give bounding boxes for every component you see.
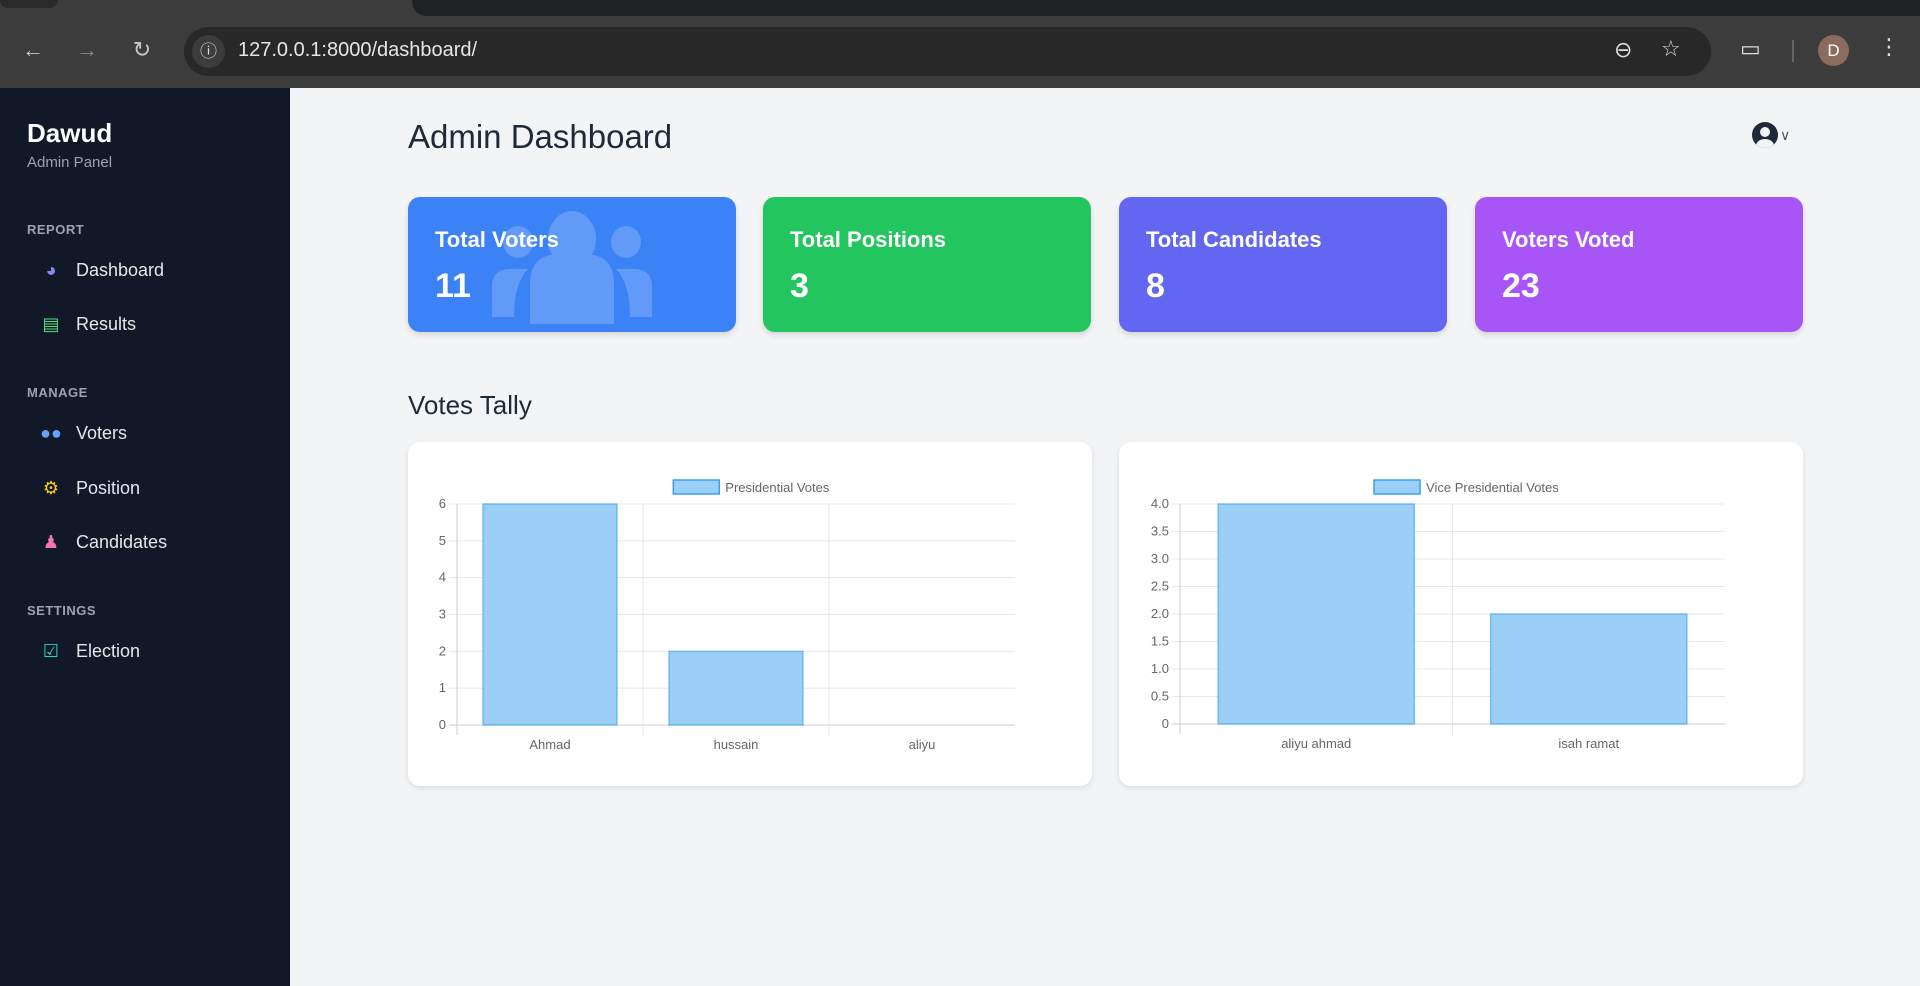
legend-swatch	[672, 479, 721, 495]
address-bar[interactable]: ⓘ 127.0.0.1:8000/dashboard/ ⊖ ☆	[184, 27, 1711, 76]
zoom-out-icon[interactable]: ⊖	[1614, 37, 1632, 63]
stat-label: Total Voters	[435, 227, 559, 252]
sidebar-item-results[interactable]: ▤ Results	[40, 309, 136, 339]
url-text[interactable]: 127.0.0.1:8000/dashboard/	[238, 39, 477, 62]
sidebar-item-position[interactable]: ⚙ Position	[40, 473, 140, 503]
profile-avatar[interactable]: D	[1818, 35, 1849, 66]
sidebar-item-voters[interactable]: ●● Voters	[40, 418, 127, 448]
x-tick-label: aliyu ahmad	[1281, 736, 1351, 751]
legend-swatch	[1373, 479, 1421, 495]
stat-value: 23	[1502, 267, 1540, 305]
section-title-votes-tally: Votes Tally	[408, 390, 532, 420]
sidebar-item-label: Election	[76, 640, 141, 661]
tab-strip	[0, 0, 1920, 17]
y-tick-label: 3.0	[1151, 551, 1169, 566]
legend-label: Presidential Votes	[725, 480, 830, 495]
x-tick-label: Ahmad	[529, 737, 570, 752]
back-icon[interactable]: ←	[19, 37, 47, 63]
brand-name: Dawud	[27, 118, 113, 148]
sidebar: Dawud Admin Panel REPORT ◕ Dashboard ▤ Res…	[0, 88, 290, 986]
chevron-down-icon: ∨	[1780, 126, 1791, 143]
sidebar-item-label: Position	[76, 477, 141, 498]
y-tick-label: 3.5	[1151, 524, 1169, 539]
y-tick-label: 0	[1162, 716, 1169, 731]
user-menu[interactable]: ∨	[1752, 122, 1790, 148]
y-tick-label: 2	[439, 643, 446, 658]
y-tick-label: 6	[439, 496, 446, 511]
chart-bar-icon: ▤	[42, 313, 60, 334]
y-tick-label: 4.0	[1151, 496, 1169, 511]
gears-icon: ⚙	[42, 477, 60, 498]
vote-box-icon: ☑	[42, 640, 60, 661]
y-tick-label: 1	[439, 680, 446, 695]
section-settings: SETTINGS	[27, 603, 97, 618]
sidebar-item-dashboard[interactable]: ◕ Dashboard	[40, 255, 165, 285]
brand-subtitle: Admin Panel	[27, 154, 113, 171]
section-manage: MANAGE	[27, 385, 88, 400]
stat-label: Voters Voted	[1502, 227, 1635, 252]
stat-label: Total Positions	[790, 227, 947, 252]
sidebar-item-label: Candidates	[76, 531, 168, 552]
sidebar-item-label: Voters	[76, 422, 128, 443]
chart-card-vice-presidential: Vice Presidential Votes 0 0.5 1.0 1.5 2.0 2.5 3…	[1119, 442, 1803, 786]
menu-icon[interactable]: ⋮	[1878, 34, 1900, 60]
user-circle-icon	[1752, 122, 1778, 148]
sidebar-item-election[interactable]: ☑ Election	[40, 636, 140, 666]
stat-card-total-candidates: Total Candidates 8	[1119, 197, 1447, 332]
legend-label: Vice Presidential Votes	[1426, 480, 1559, 495]
star-icon[interactable]: ☆	[1661, 36, 1681, 62]
users-icon: ●●	[40, 422, 62, 443]
bar	[482, 503, 618, 726]
chart-card-presidential: Presidential Votes 0 1 2 3 4 5 6 Ahmad hussain ali…	[408, 442, 1092, 786]
x-tick-label: hussain	[714, 737, 759, 752]
vice-presidential-votes-chart: Vice Presidential Votes 0 0.5 1.0 1.5 2.0 2.5 3…	[1151, 479, 1725, 751]
sidebar-item-label: Results	[76, 313, 137, 334]
user-tie-icon: ♟	[42, 531, 60, 552]
x-tick-label: aliyu	[909, 737, 936, 752]
extensions-icon[interactable]: ▭	[1740, 36, 1761, 62]
stat-value: 3	[790, 267, 809, 305]
stat-label: Total Candidates	[1146, 227, 1322, 252]
stat-card-total-positions: Total Positions 3	[763, 197, 1091, 332]
bar	[1489, 613, 1688, 725]
tab-bar	[412, 0, 1920, 16]
reload-icon[interactable]: ↻	[128, 37, 156, 63]
presidential-votes-chart: Presidential Votes 0 1 2 3 4 5 6 Ahmad hussain ali…	[439, 479, 1015, 752]
x-tick-label: isah ramat	[1558, 736, 1619, 751]
y-tick-label: 5	[439, 533, 446, 548]
toolbar-divider	[1792, 40, 1794, 62]
y-tick-label: 1.0	[1151, 661, 1169, 676]
bar	[668, 650, 804, 726]
gauge-icon: ◕	[45, 259, 57, 280]
y-tick-label: 4	[439, 570, 446, 585]
y-tick-label: 0	[439, 717, 446, 732]
sidebar-item-label: Dashboard	[76, 259, 165, 280]
stat-value: 8	[1146, 267, 1165, 305]
tab[interactable]	[0, 0, 58, 8]
y-tick-label: 2.0	[1151, 606, 1169, 621]
y-tick-label: 3	[439, 607, 446, 622]
y-tick-label: 0.5	[1151, 689, 1169, 704]
browser-chrome: ← → ↻ ⓘ 127.0.0.1:8000/dashboard/ ⊖ ☆ ▭ …	[0, 0, 1920, 88]
section-report: REPORT	[27, 222, 85, 237]
sidebar-item-candidates[interactable]: ♟ Candidates	[40, 527, 167, 557]
stat-card-total-voters: Total Voters 11	[408, 197, 736, 332]
info-icon[interactable]: ⓘ	[192, 35, 225, 68]
y-tick-label: 1.5	[1151, 634, 1169, 649]
forward-icon[interactable]: →	[73, 37, 101, 63]
y-tick-label: 2.5	[1151, 579, 1169, 594]
page-title: Admin Dashboard	[408, 118, 673, 155]
stat-value: 11	[435, 267, 471, 305]
bar	[1217, 503, 1416, 725]
stat-card-voters-voted: Voters Voted 23	[1475, 197, 1803, 332]
